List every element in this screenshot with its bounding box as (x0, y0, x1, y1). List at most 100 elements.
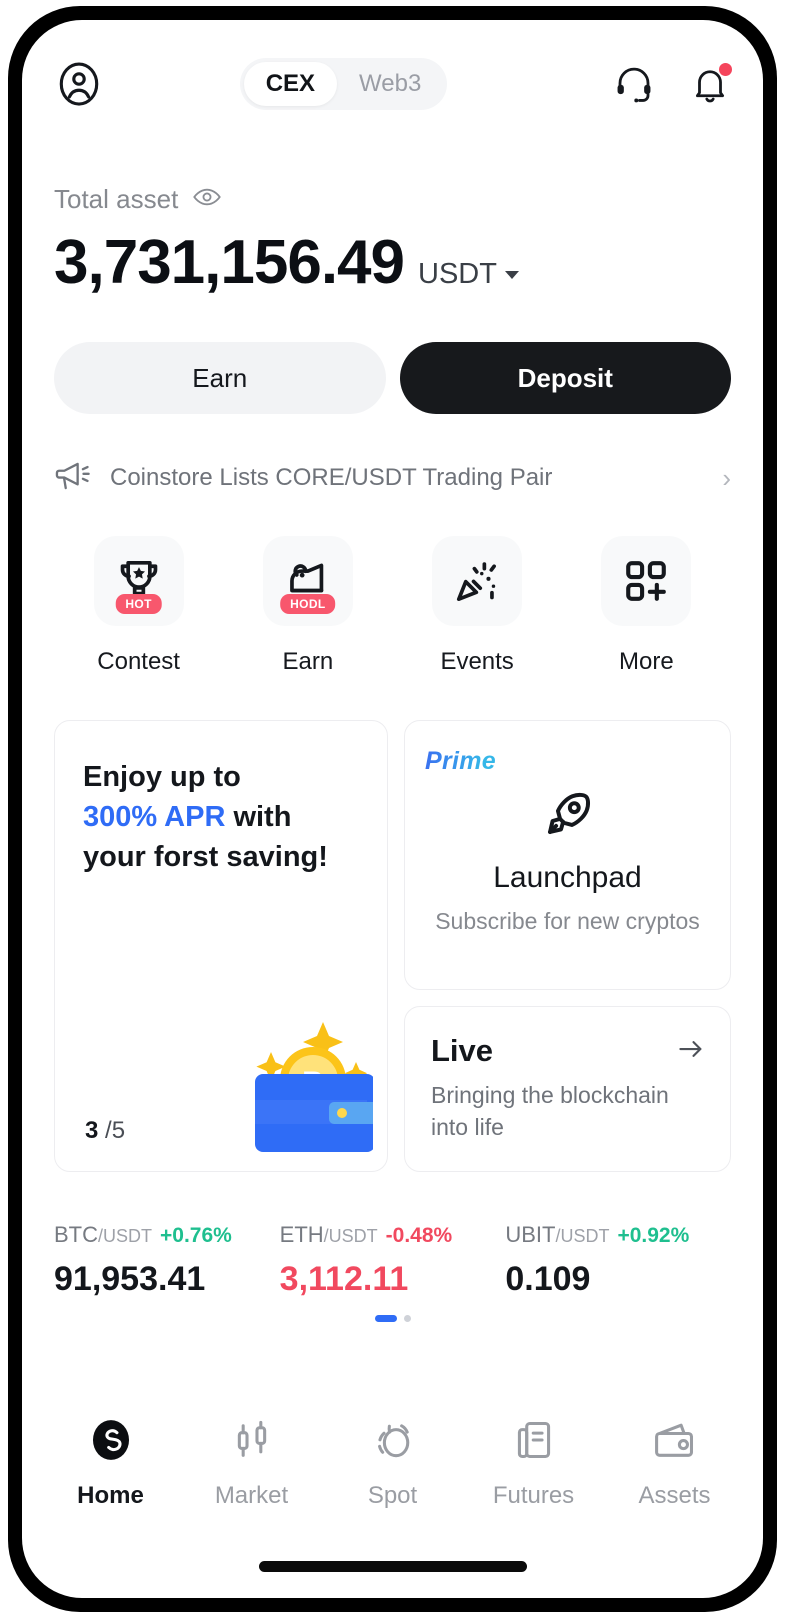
quick-action-earn[interactable]: HODL Earn (223, 536, 392, 676)
coinstore-logo-icon (88, 1417, 134, 1468)
currency-selector[interactable]: USDT (418, 258, 519, 291)
futures-doc-icon (511, 1417, 557, 1468)
user-circle-icon[interactable] (54, 59, 104, 109)
nav-item-assets[interactable]: Assets (604, 1417, 745, 1510)
earn-button[interactable]: Earn (54, 342, 386, 414)
carousel-dot-active[interactable] (374, 1315, 397, 1322)
ticker-change: +0.76% (160, 1224, 232, 1247)
launchpad-title: Launchpad (493, 861, 642, 894)
quick-action-label: Contest (97, 648, 180, 675)
promo-headline: Enjoy up to 300% APR with your forst sav… (83, 757, 359, 877)
earn-tile[interactable]: HODL (262, 536, 353, 626)
spot-swap-icon (370, 1417, 416, 1468)
deposit-button[interactable]: Deposit (399, 342, 731, 414)
prime-badge: Prime (425, 747, 496, 775)
home-indicator-bar[interactable] (258, 1561, 527, 1572)
chevron-down-icon (504, 271, 519, 280)
ticker-base: UBIT (505, 1222, 556, 1247)
live-subtitle: Bringing the blockchain into life (431, 1082, 669, 1141)
quick-action-events[interactable]: Events (393, 536, 562, 676)
bell-icon[interactable] (689, 63, 732, 105)
nav-label: Spot (367, 1482, 418, 1509)
ticker-base: BTC (54, 1222, 98, 1247)
app-screen: CEX Web3 Total asset 3,731,156.49 USDT E… (22, 20, 763, 1598)
quick-action-more[interactable]: More (562, 536, 731, 676)
launchpad-subtitle: Subscribe for new cryptos (435, 908, 700, 934)
ticker-quote: /USDT (323, 1226, 378, 1246)
notification-badge-dot (719, 63, 732, 76)
ticker-change: +0.92% (617, 1224, 690, 1247)
quick-action-label: More (619, 648, 674, 675)
ticker-eth[interactable]: ETH /USDT -0.48% 3,112.11 (280, 1222, 506, 1299)
contest-badge: HOT (115, 594, 162, 614)
wallet-icon (652, 1417, 698, 1468)
quick-action-label: Earn (282, 648, 334, 675)
nav-label: Futures (492, 1482, 575, 1509)
balance-amount: 3,731,156.49 (54, 228, 405, 297)
nav-item-market[interactable]: Market (181, 1417, 322, 1510)
ticker-price: 3,112.11 (279, 1260, 409, 1298)
announcement-text: Coinstore Lists CORE/USDT Trading Pair (110, 464, 553, 491)
nav-label: Assets (638, 1482, 711, 1509)
bottom-navigation: Home Market Spot Futures Assets (22, 1417, 763, 1510)
ticker-price: 91,953.41 (54, 1260, 206, 1298)
savings-promo-card[interactable]: Enjoy up to 300% APR with your forst sav… (54, 720, 388, 1172)
nav-label: Home (77, 1482, 144, 1509)
ticker-change: -0.48% (385, 1224, 453, 1247)
nav-label: Market (214, 1482, 289, 1509)
ticker-quote: /USDT (555, 1226, 610, 1246)
ticker-header: ETH /USDT -0.48% (280, 1222, 506, 1248)
primary-actions: Earn Deposit (54, 342, 731, 414)
ticker-quote: /USDT (98, 1226, 152, 1246)
tab-web3[interactable]: Web3 (337, 62, 443, 106)
wallet-bitcoin-illustration: B (213, 1008, 381, 1163)
ticker-ubit[interactable]: UBIT /USDT +0.92% 0.109 (505, 1222, 731, 1299)
promo-page-total: /5 (105, 1117, 126, 1144)
events-tile[interactable] (432, 536, 523, 626)
quick-action-label: Events (440, 648, 514, 675)
contest-tile[interactable]: HOT (93, 536, 184, 626)
launchpad-card[interactable]: Prime Launchpad Subscribe for new crypto… (404, 720, 731, 990)
total-asset-label: Total asset (54, 184, 179, 214)
ticker-header: BTC /USDT +0.76% (54, 1222, 280, 1248)
ticker-base: ETH (279, 1222, 324, 1247)
side-cards-column: Prime Launchpad Subscribe for new crypto… (404, 720, 731, 1172)
rocket-icon (540, 786, 596, 847)
more-tile[interactable] (601, 536, 692, 626)
megaphone-icon (54, 459, 92, 498)
ticker-btc[interactable]: BTC /USDT +0.76% 91,953.41 (54, 1222, 280, 1299)
phone-frame: CEX Web3 Total asset 3,731,156.49 USDT E… (8, 6, 777, 1612)
earn-badge: HODL (280, 594, 336, 614)
promo-accent-text: 300% APR (83, 801, 226, 834)
app-header: CEX Web3 (54, 36, 732, 132)
candlestick-icon (229, 1417, 275, 1468)
live-card[interactable]: Live Bringing the blockchain into life (404, 1006, 731, 1172)
arrow-right-icon[interactable] (676, 1036, 706, 1067)
promo-column: Enjoy up to 300% APR with your forst sav… (54, 720, 388, 1172)
live-card-header: Live (431, 1033, 706, 1069)
nav-item-spot[interactable]: Spot (322, 1417, 463, 1510)
nav-item-home[interactable]: Home (40, 1417, 181, 1510)
promo-line-3: your forst saving! (83, 841, 328, 874)
ticker-price: 0.109 (505, 1260, 591, 1298)
carousel-dot[interactable] (403, 1315, 411, 1322)
ticker-header: UBIT /USDT +0.92% (505, 1222, 731, 1248)
chevron-right-icon: › (722, 462, 731, 493)
header-icon-group (613, 63, 732, 105)
eye-icon[interactable] (192, 186, 222, 213)
nav-item-futures[interactable]: Futures (463, 1417, 604, 1510)
promo-page-counter: 3 /5 (85, 1117, 125, 1145)
market-mode-switch[interactable]: CEX Web3 (239, 58, 448, 110)
promo-line-1: Enjoy up to (83, 761, 241, 793)
currency-label: USDT (418, 258, 497, 290)
promo-card-grid: Enjoy up to 300% APR with your forst sav… (54, 720, 731, 1172)
tab-cex[interactable]: CEX (243, 62, 338, 106)
live-title: Live (431, 1033, 494, 1068)
balance-row: 3,731,156.49 USDT (54, 227, 731, 298)
app-content: CEX Web3 Total asset 3,731,156.49 USDT E… (22, 20, 763, 1598)
carousel-indicator[interactable] (54, 1315, 731, 1322)
ticker-row: BTC /USDT +0.76% 91,953.41 ETH /USDT -0.… (54, 1222, 731, 1299)
headset-icon[interactable] (613, 63, 655, 105)
announcement-banner[interactable]: Coinstore Lists CORE/USDT Trading Pair › (54, 456, 731, 500)
quick-action-contest[interactable]: HOT Contest (54, 536, 223, 676)
